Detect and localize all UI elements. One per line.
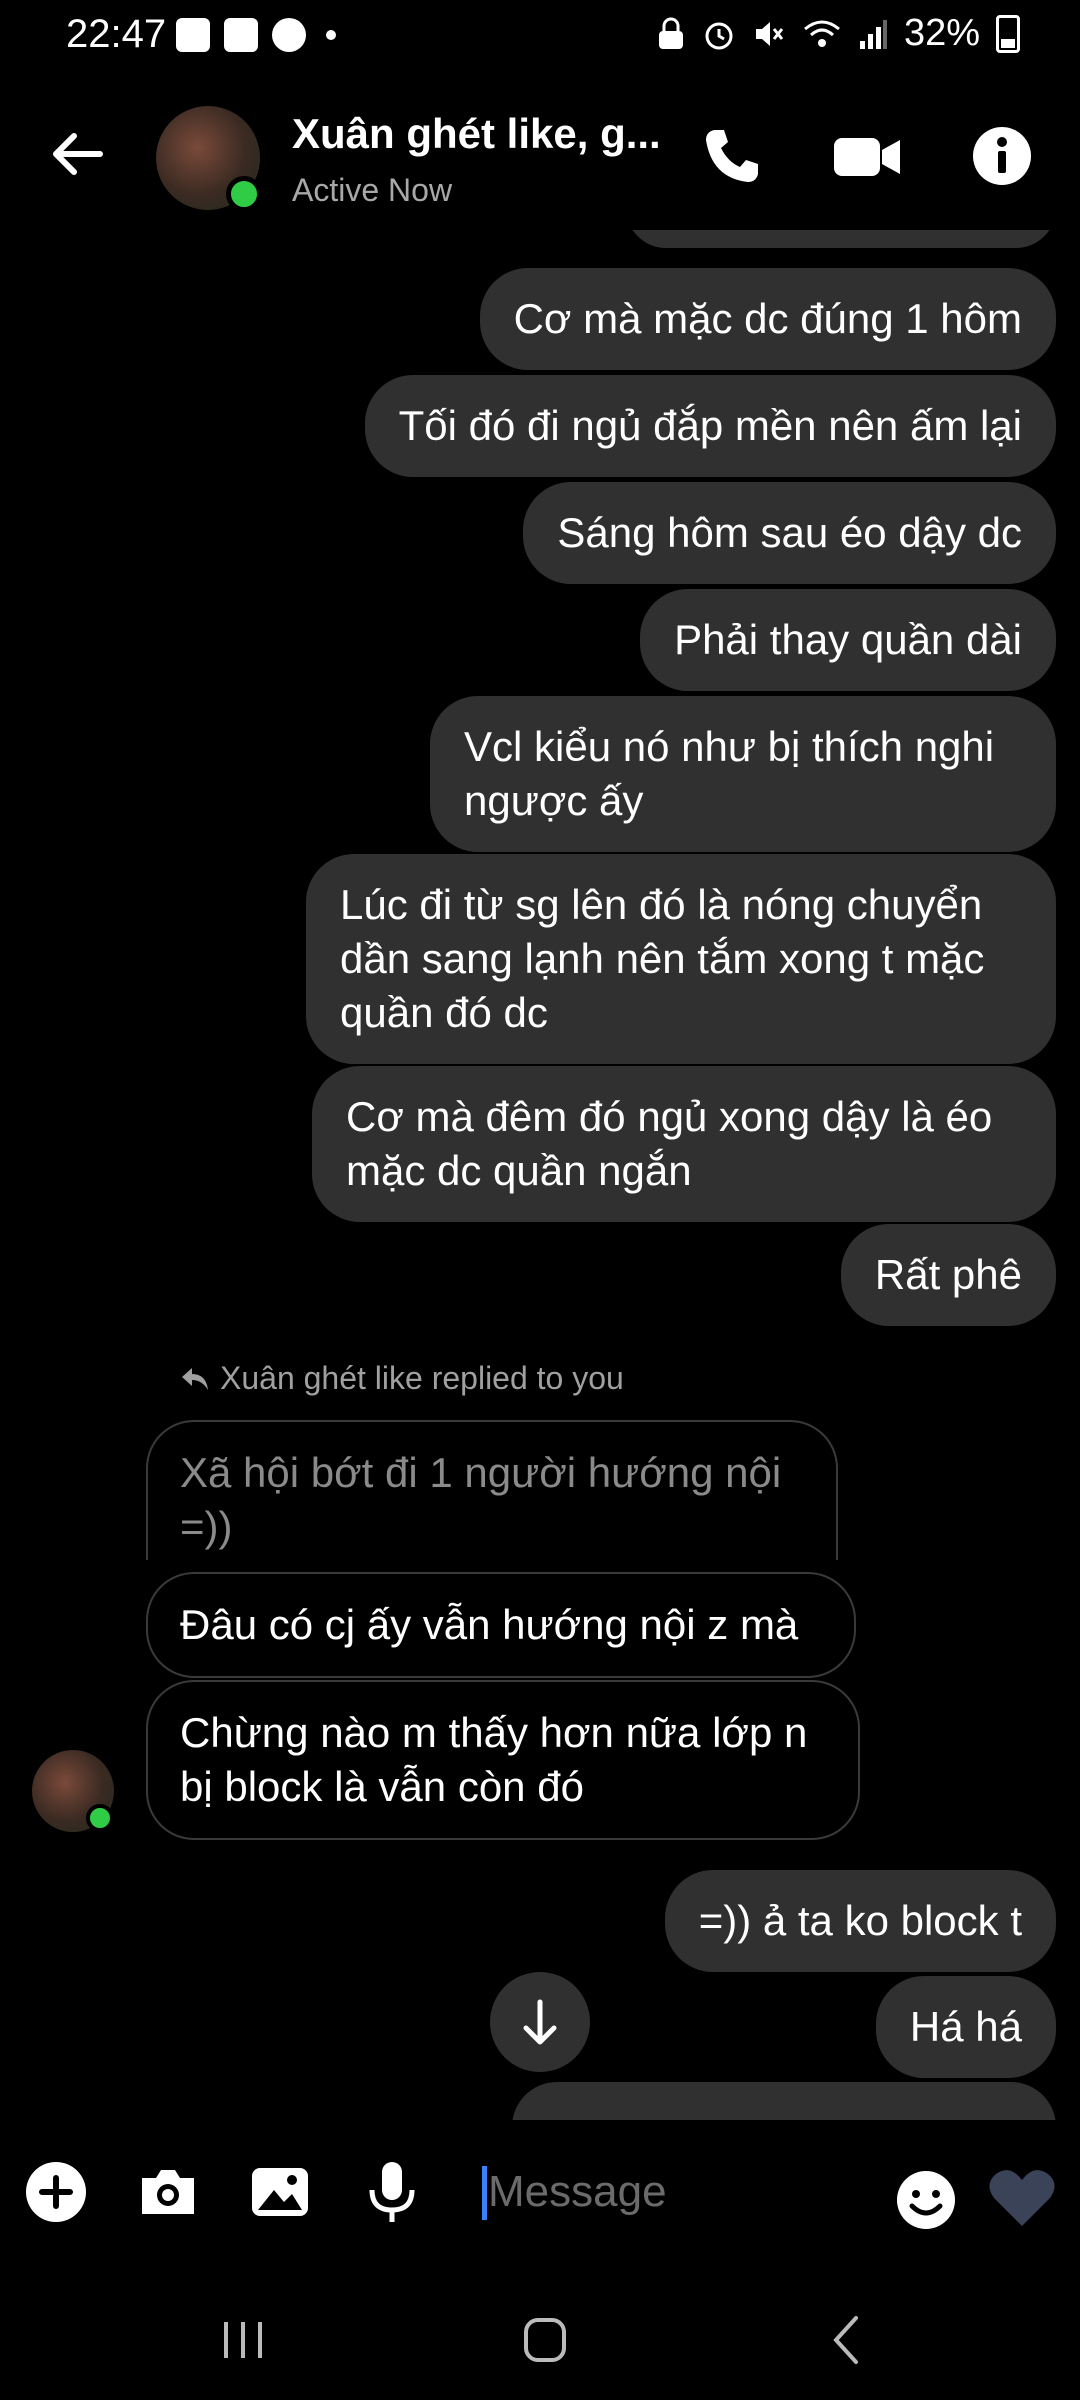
- message-bubble-out[interactable]: Há há: [875, 1976, 1056, 2078]
- message-bubble-out[interactable]: Phải thay quần dài: [640, 589, 1056, 691]
- message-bubble-in[interactable]: Chừng nào m thấy hơn nữa lớp n bị block …: [146, 1680, 860, 1840]
- image-icon[interactable]: [248, 2160, 312, 2224]
- messenger-icon: [272, 18, 306, 52]
- message-bubble-out[interactable]: Sáng hôm sau éo dậy dc: [523, 482, 1056, 584]
- message-bubble-out[interactable]: Lúc đi từ sg lên đó là nóng chuyển dần s…: [306, 854, 1056, 1064]
- plus-icon[interactable]: [24, 2160, 88, 2224]
- battery-icon: [996, 14, 1020, 53]
- dot-icon: [326, 30, 336, 40]
- back-arrow-icon[interactable]: [48, 124, 108, 184]
- game-icon: [224, 18, 258, 52]
- message-bubble-out[interactable]: Cơ mà mặc dc đúng 1 hôm: [479, 268, 1056, 370]
- signal-icon: [859, 19, 887, 49]
- wifi-icon: [803, 20, 840, 47]
- message-input[interactable]: [480, 2146, 910, 2238]
- scroll-to-bottom-button[interactable]: [490, 1972, 590, 2072]
- heart-icon[interactable]: [986, 2162, 1058, 2234]
- message-bubble-out[interactable]: Tối đó đi ngủ đắp mền nên ấm lại: [364, 375, 1056, 477]
- message-bubble-out[interactable]: Rất phê: [840, 1224, 1056, 1326]
- arrow-down-icon: [523, 1999, 557, 2045]
- message-bubble-partial[interactable]: [512, 2082, 1056, 2120]
- back-nav-icon[interactable]: [812, 2310, 882, 2370]
- status-time: 22:47: [66, 12, 167, 56]
- message-bubble-out[interactable]: Vcl kiểu nó như bị thích nghi ngược ấy: [430, 696, 1056, 852]
- active-status: Active Now: [292, 172, 453, 208]
- emoji-icon[interactable]: [894, 2168, 958, 2232]
- online-status-dot: [226, 176, 262, 212]
- camera-icon[interactable]: [136, 2160, 200, 2224]
- lock-icon: [658, 17, 683, 49]
- message-bubble-partial[interactable]: [626, 230, 1056, 248]
- phone-icon[interactable]: [700, 124, 764, 188]
- message-bubble-out[interactable]: Cơ mà đêm đó ngủ xong dậy là éo mặc dc q…: [312, 1066, 1056, 1222]
- message-bubble-out[interactable]: =)) ả ta ko block t: [664, 1870, 1056, 1972]
- battery-percent: 32%: [903, 12, 980, 54]
- reply-label-text: Xuân ghét like replied to you: [220, 1360, 624, 1396]
- info-icon[interactable]: [970, 124, 1034, 188]
- home-icon[interactable]: [510, 2310, 580, 2370]
- message-bubble-in[interactable]: Đâu có cj ấy vẫn hướng nội z mà: [146, 1572, 856, 1678]
- composer-bar: [0, 2120, 1080, 2280]
- alarm-icon: [705, 22, 733, 49]
- mute-icon: [755, 21, 784, 46]
- recent-apps-icon[interactable]: [208, 2310, 278, 2370]
- gallery-icon: [176, 18, 210, 52]
- system-navigation-bar: [0, 2280, 1080, 2400]
- reply-quote[interactable]: Xã hội bớt đi 1 người hướng nội =)): [146, 1420, 838, 1560]
- video-icon[interactable]: [832, 124, 902, 188]
- contact-name[interactable]: Xuân ghét like, g...: [292, 110, 672, 158]
- online-status-dot: [86, 1804, 114, 1832]
- reply-label: Xuân ghét like replied to you: [180, 1360, 624, 1397]
- chat-header: Xuân ghét like, g... Active Now: [0, 80, 1080, 230]
- status-bar: 22:47 32%: [0, 0, 1080, 80]
- mic-icon[interactable]: [360, 2160, 424, 2224]
- message-list[interactable]: Cơ mà mặc dc đúng 1 hôm Tối đó đi ngủ đắ…: [0, 230, 1080, 2120]
- reply-arrow-icon: [182, 1367, 208, 1390]
